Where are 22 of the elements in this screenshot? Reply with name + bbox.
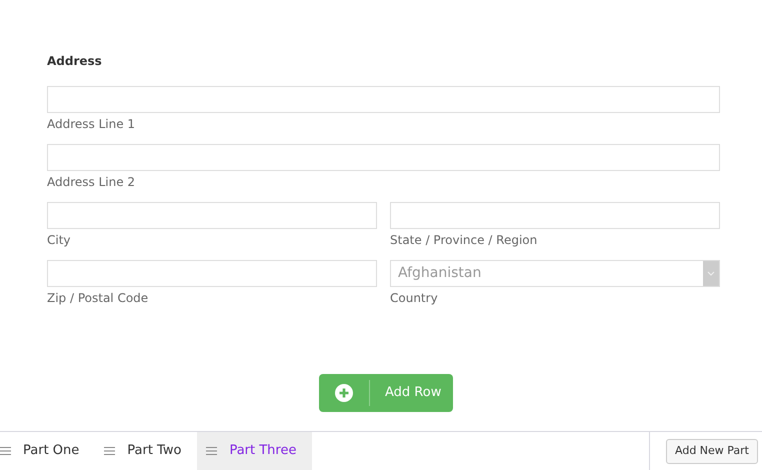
part-tab[interactable]: Part One (0, 432, 96, 470)
chevron-down-icon (703, 261, 719, 286)
menu-icon (104, 447, 116, 455)
field-label: State / Province / Region (390, 232, 538, 249)
field-label: Address Line 1 (47, 116, 136, 133)
text-field[interactable] (47, 260, 377, 287)
field-label: City (47, 232, 72, 249)
text-field[interactable] (390, 202, 720, 229)
field-label: Address Line 2 (47, 174, 136, 191)
menu-icon (206, 447, 218, 455)
menu-icon (0, 447, 11, 455)
part-tab[interactable]: Part Two (95, 432, 198, 470)
field-label: Zip / Postal Code (47, 290, 150, 307)
add-new-part-button[interactable]: Add New Part (666, 438, 758, 464)
text-field[interactable] (47, 202, 377, 229)
text-field[interactable] (47, 86, 720, 113)
part-tab[interactable]: Part Three (197, 432, 312, 470)
field-label: Country (390, 290, 439, 307)
plus-circle-icon (335, 384, 353, 402)
select-value: Afghanistan (397, 264, 482, 283)
text-field[interactable] (47, 144, 720, 171)
section-title: Address (47, 53, 103, 70)
